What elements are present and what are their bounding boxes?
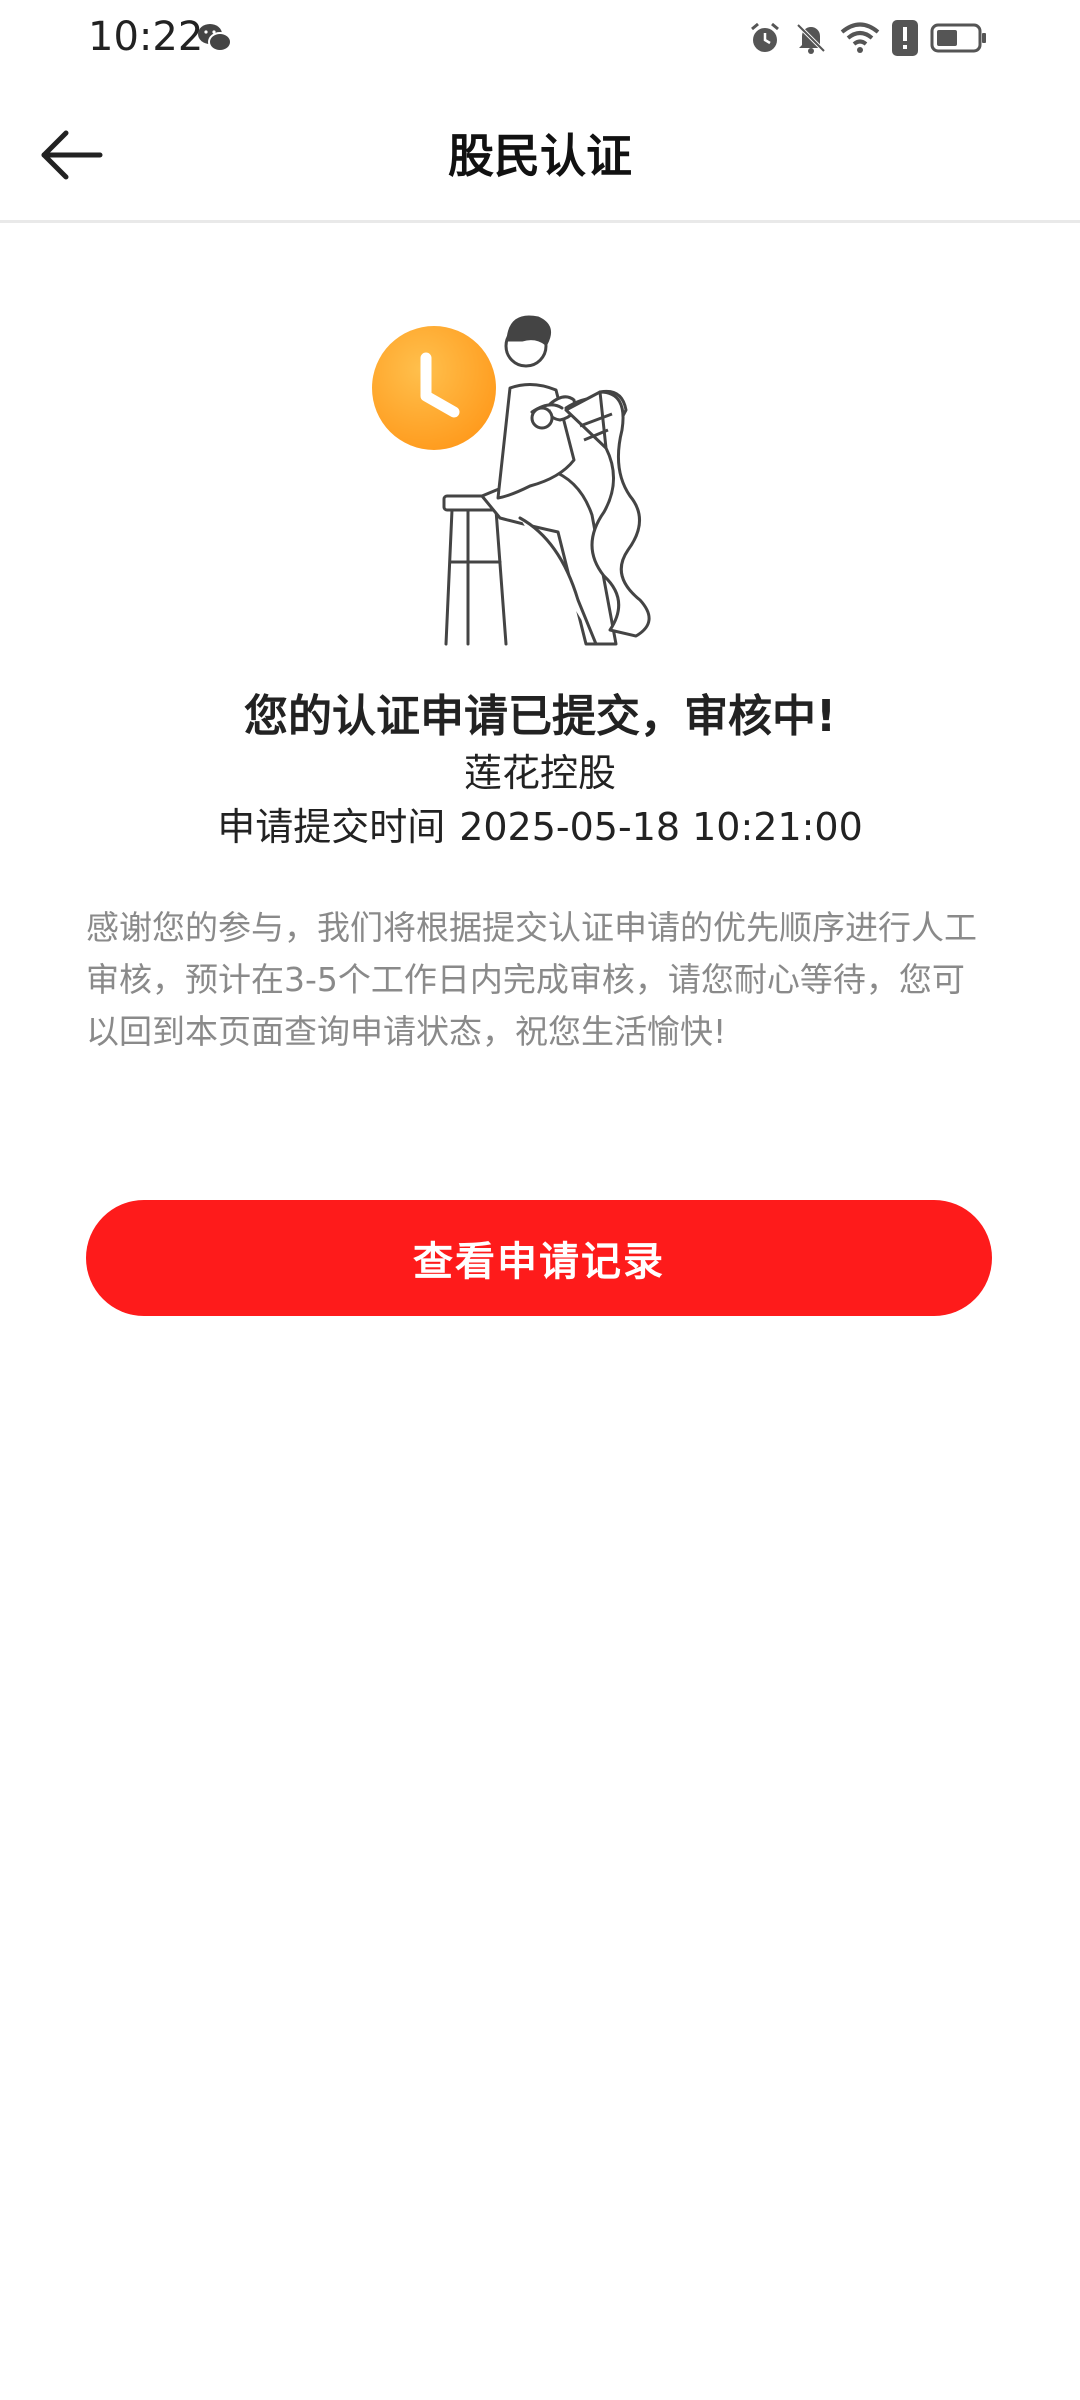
submission-time-value: 2025-05-18 10:21:00	[459, 805, 863, 849]
bell-off-icon	[796, 23, 826, 54]
wifi-icon	[840, 22, 880, 53]
company-name: 莲花控股	[463, 751, 616, 795]
submission-status-headline: 您的认证申请已提交，审核中!	[243, 691, 837, 742]
battery-icon	[930, 23, 986, 53]
status-icons	[748, 18, 988, 58]
submission-time-label: 申请提交时间	[217, 805, 446, 849]
notification-icon	[892, 20, 918, 56]
review-notice: 感谢您的参与，我们将根据提交认证申请的优先顺序进行人工审核，预计在3-5个工作日…	[86, 908, 977, 1051]
pending-review-illustration	[372, 315, 651, 646]
top-nav: 股民认证	[0, 80, 1080, 223]
alarm-icon	[751, 22, 779, 52]
wechat-icon	[198, 24, 232, 52]
status-time: 10:22	[88, 14, 204, 60]
submission-time: 申请提交时间 2025-05-18 10:21:00	[0, 796, 1080, 851]
view-application-records-button[interactable]: 查看申请记录	[86, 1200, 992, 1316]
page-title: 股民认证	[448, 129, 632, 183]
clock-icon	[372, 326, 496, 450]
status-bar: 10:22	[0, 0, 1080, 80]
